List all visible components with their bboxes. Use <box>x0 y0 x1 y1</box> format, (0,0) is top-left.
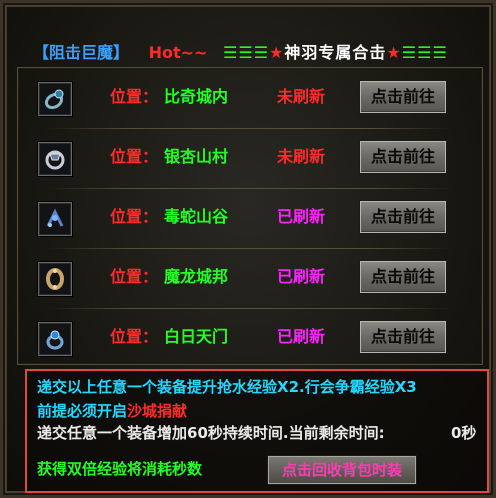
header-decoration: ☰☰☰★神羽专属合击★☰☰☰ <box>223 43 448 62</box>
go-button[interactable]: 点击前往 <box>359 80 447 114</box>
row-divider <box>48 128 452 129</box>
go-button[interactable]: 点击前往 <box>359 320 447 354</box>
location-name: 比奇城内 <box>164 87 229 106</box>
location-name: 毒蛇山谷 <box>164 207 229 226</box>
location-row: 位置： 毒蛇山谷 已刷新 点击前往 <box>18 190 482 248</box>
go-button[interactable]: 点击前往 <box>359 260 447 294</box>
deco-left: ☰☰☰ <box>223 43 270 62</box>
refresh-status: 未刷新 <box>277 147 326 166</box>
boss-title: 【阻击巨魔】 <box>33 43 130 62</box>
info-line-duration: 递交任意一个装备增加60秒持续时间.当前剩余时间: 0秒 <box>37 423 476 443</box>
refresh-status: 未刷新 <box>277 87 326 106</box>
star-icon: ★ <box>386 43 402 62</box>
info-line-prerequisite: 前提必须开启沙城捐献 <box>37 401 187 421</box>
silver-ring-icon <box>45 150 65 170</box>
location-label: 位置： <box>110 327 159 346</box>
deco-right: ☰☰☰ <box>401 43 448 62</box>
refresh-status: 已刷新 <box>277 327 326 346</box>
go-button[interactable]: 点击前往 <box>359 200 447 234</box>
item-slot[interactable] <box>38 322 72 356</box>
ring-icon <box>44 89 64 110</box>
item-slot[interactable] <box>38 142 72 176</box>
location-row: 位置： 银杏山村 未刷新 点击前往 <box>18 130 482 188</box>
hot-label: Hot~~ <box>148 43 208 62</box>
row-divider <box>48 188 452 189</box>
item-slot[interactable] <box>38 202 72 236</box>
gem-ring-icon <box>46 330 64 350</box>
prerequisite-text: 前提必须开启 <box>37 402 128 420</box>
location-label: 位置： <box>110 207 159 226</box>
location-name: 白日天门 <box>164 327 229 346</box>
location-list: 位置： 比奇城内 未刷新 点击前往 位置： 银杏山村 未刷新 点击前往 位置： … <box>17 67 483 365</box>
location-row: 位置： 比奇城内 未刷新 点击前往 <box>18 70 482 128</box>
row-divider <box>48 308 452 309</box>
refresh-status: 已刷新 <box>277 207 326 226</box>
location-label: 位置： <box>110 87 159 106</box>
info-line-double-exp: 获得双倍经验将消耗秒数 <box>37 460 203 478</box>
star-icon: ★ <box>269 43 285 62</box>
location-label: 位置： <box>110 147 159 166</box>
bracelet-icon <box>46 208 64 227</box>
event-panel: 【阻击巨魔】 Hot~~ ☰☰☰★神羽专属合击★☰☰☰ 位置： 比奇城内 未刷新… <box>0 0 496 498</box>
location-name: 魔龙城邦 <box>164 267 229 286</box>
row-divider <box>48 248 452 249</box>
combo-title: 神羽专属合击 <box>284 43 387 62</box>
remaining-time: 0秒 <box>451 424 477 442</box>
location-row: 位置： 魔龙城邦 已刷新 点击前往 <box>18 250 482 308</box>
donation-warning: 沙城捐献 <box>127 402 188 420</box>
location-label: 位置： <box>110 267 159 286</box>
gold-bracelet-icon <box>46 268 64 290</box>
refresh-status: 已刷新 <box>277 267 326 286</box>
item-slot[interactable] <box>38 262 72 296</box>
location-row: 位置： 白日天门 已刷新 点击前往 <box>18 310 482 368</box>
info-line-submit: 递交以上任意一个装备提升抢水经验X2.行会争霸经验X3 <box>37 378 417 396</box>
duration-text: 递交任意一个装备增加60秒持续时间.当前剩余时间: <box>37 424 385 442</box>
panel-header: 【阻击巨魔】 Hot~~ ☰☰☰★神羽专属合击★☰☰☰ <box>33 41 448 65</box>
recycle-fashion-button[interactable]: 点击回收背包时装 <box>267 455 417 485</box>
go-button[interactable]: 点击前往 <box>359 140 447 174</box>
location-name: 银杏山村 <box>164 147 229 166</box>
item-slot[interactable] <box>38 82 72 116</box>
info-box: 递交以上任意一个装备提升抢水经验X2.行会争霸经验X3 前提必须开启沙城捐献 递… <box>25 369 489 493</box>
